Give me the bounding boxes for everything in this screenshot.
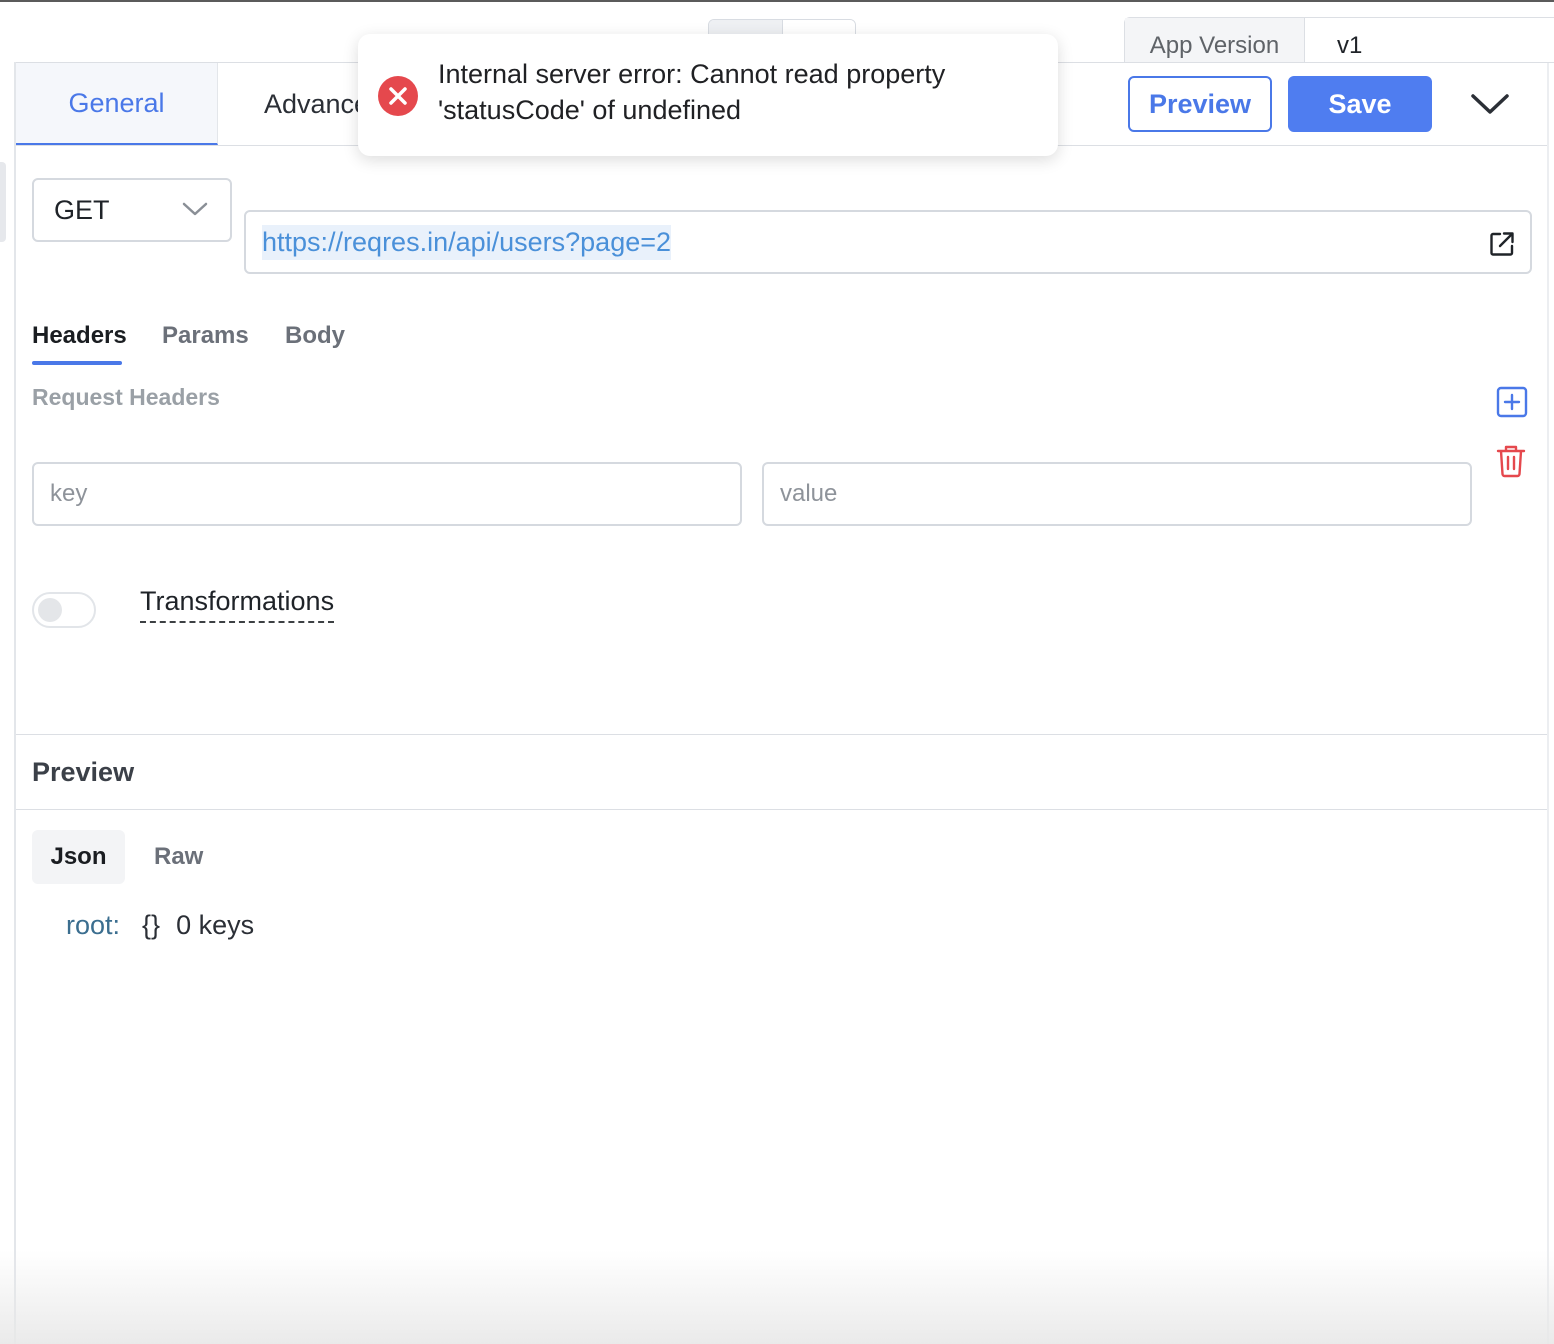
left-panel-border [14,62,16,1344]
transformations-toggle[interactable] [32,592,96,628]
header-value-input[interactable]: value [762,462,1472,526]
tab-headers[interactable]: Headers [32,322,127,350]
tab-general[interactable]: General [16,63,218,145]
request-headers-title: Request Headers [32,384,220,410]
error-toast[interactable]: Internal server error: Cannot read prope… [358,34,1058,156]
toast-message-line2: 'statusCode' of undefined [438,95,742,125]
method-value: GET [54,194,110,225]
tab-advanced[interactable]: Advanced [218,63,378,145]
preview-button[interactable]: Preview [1128,76,1272,132]
collapse-button[interactable] [1462,80,1518,128]
url-value[interactable]: https://reqres.in/api/users?page=2 [262,224,672,260]
trash-icon[interactable] [1496,444,1526,478]
toast-message-line1: Internal server error: Cannot read prope… [438,59,946,89]
external-link-icon[interactable] [1488,230,1516,258]
url-input[interactable]: https://reqres.in/api/users?page=2 [244,210,1532,274]
window-top-border [0,0,1554,2]
app-version-selector[interactable]: App Version v1 [1124,17,1554,63]
tab-params[interactable]: Params [162,322,249,350]
toggle-knob [38,598,62,622]
header-value-placeholder: value [780,480,838,507]
json-tree-root[interactable]: root: {} 0 keys [66,910,254,941]
tab-json[interactable]: Json [32,830,125,884]
toast-message: Internal server error: Cannot read prope… [438,56,1038,128]
header-key-placeholder: key [50,480,88,507]
method-select[interactable]: GET [32,178,232,242]
sidebar-resize-handle[interactable] [0,162,6,242]
chevron-down-icon [182,202,208,216]
app-version-label: App Version [1125,18,1305,62]
header-key-input[interactable]: key [32,462,742,526]
json-root-key: root: [66,910,121,940]
bottom-shadow [0,1250,1554,1344]
transformations-label[interactable]: Transformations [140,586,335,623]
error-circle-icon [378,76,418,116]
json-brace: {} [142,910,161,940]
add-square-icon[interactable] [1496,386,1528,418]
right-panel-border [1547,62,1549,1344]
active-tab-indicator [32,361,122,365]
chevron-down-icon [1471,94,1509,114]
app-version-value[interactable]: v1 [1305,18,1554,62]
save-button[interactable]: Save [1288,76,1432,132]
tab-body[interactable]: Body [285,322,345,350]
json-key-count: 0 keys [176,910,255,940]
tab-raw[interactable]: Raw [154,830,203,884]
preview-section-title: Preview [16,734,1547,810]
